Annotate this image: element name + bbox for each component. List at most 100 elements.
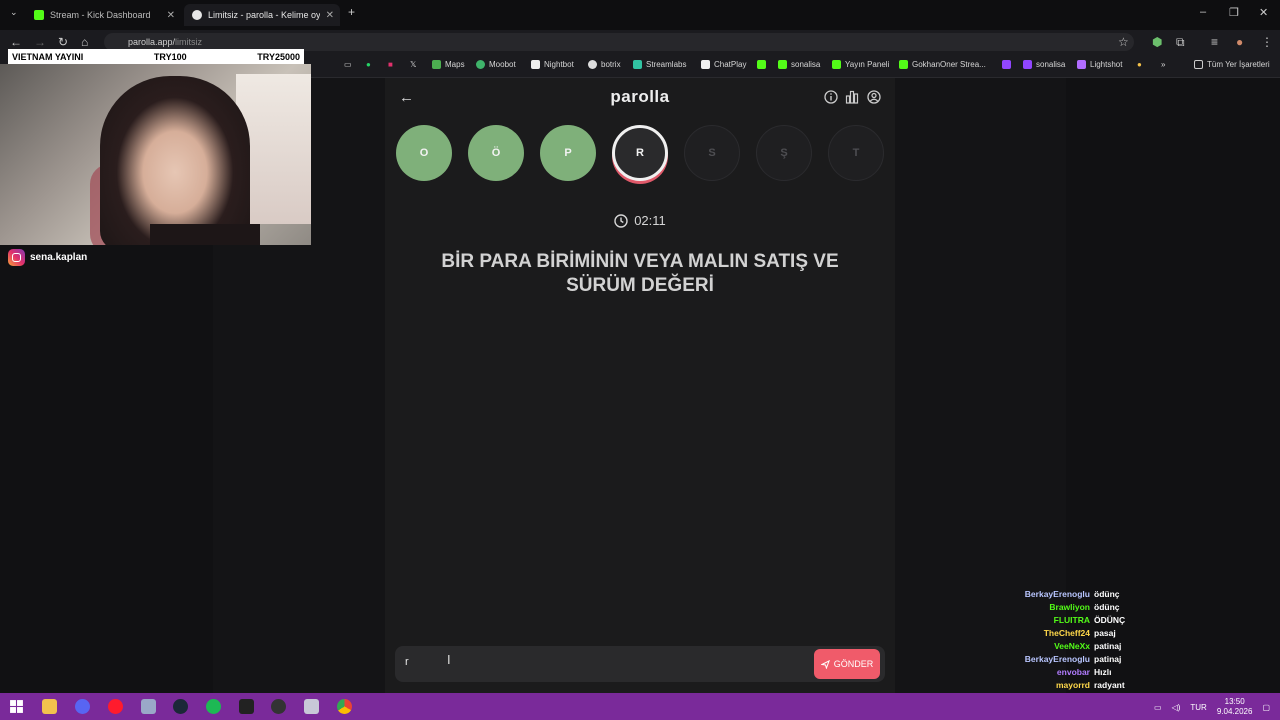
send-icon [820, 659, 830, 669]
reload-icon[interactable]: ↻ [58, 35, 68, 49]
clock[interactable]: 13:50 9.04.2026 [1217, 697, 1253, 717]
bookmark-maps[interactable]: Maps [432, 60, 465, 69]
bookmark-botrix[interactable]: botrix [588, 60, 621, 69]
more-bookmarks-icon[interactable]: » [1161, 60, 1165, 69]
all-bookmarks[interactable]: Tüm Yer İşaretleri [1194, 60, 1270, 69]
nightbot-icon [531, 60, 540, 69]
close-tab-icon[interactable]: ✕ [326, 10, 334, 21]
bookmark-twitch[interactable] [1002, 60, 1011, 69]
chat-message: VeeNeXx patinaj [1000, 639, 1160, 652]
tab-parolla[interactable]: Limitsiz - parolla - Kelime oyunu ✕ [184, 4, 340, 26]
whatsapp-icon[interactable]: ● [366, 60, 371, 69]
forward-icon[interactable]: → [34, 35, 46, 49]
chat-username: BerkayErenoglu [1024, 653, 1090, 664]
profile-avatar-icon[interactable]: ● [1236, 35, 1243, 49]
twitch-icon [1023, 60, 1032, 69]
letter-circle-done: O [396, 125, 452, 181]
bookmark-sonalisa[interactable]: sonalisa [778, 60, 820, 69]
kick-icon [832, 60, 841, 69]
steam-icon[interactable] [173, 699, 188, 714]
windows-start-icon[interactable] [9, 699, 24, 714]
answer-input[interactable] [405, 656, 785, 668]
chrome-icon[interactable] [337, 699, 352, 714]
file-explorer-icon[interactable] [42, 699, 57, 714]
timer: 02:11 [385, 213, 895, 228]
instagram-icon [8, 248, 25, 266]
chat-message: BerkayErenoglu patinaj [1000, 652, 1160, 665]
send-button[interactable]: GÖNDER [814, 649, 880, 679]
info-icon[interactable] [824, 90, 838, 104]
chat-message: envobar Hızlı [1000, 665, 1160, 678]
bookmark-sonalisa-twitch[interactable]: sonalisa [1023, 60, 1065, 69]
app-icon[interactable] [141, 699, 156, 714]
media-icon[interactable]: ≡ [1211, 35, 1218, 49]
language-indicator[interactable]: TUR [1190, 703, 1206, 712]
bookmark-star-icon[interactable]: ☆ [1118, 35, 1129, 49]
stats-icon[interactable] [845, 90, 859, 104]
network-icon[interactable]: ▭ [1154, 703, 1162, 712]
discord-icon[interactable] [75, 699, 90, 714]
chat-text: pasaj [1094, 627, 1116, 638]
extensions-puzzle-icon[interactable]: ⧉ [1176, 35, 1185, 50]
chat-text: ödünç [1094, 588, 1120, 599]
volume-icon[interactable]: ◁) [1172, 703, 1181, 712]
lightshot-icon [1077, 60, 1086, 69]
bookmark-moobot[interactable]: Moobot [476, 60, 516, 69]
chatplay-icon [701, 60, 710, 69]
letter-circle-done: P [540, 125, 596, 181]
x-icon[interactable]: 𝕏 [410, 60, 416, 69]
webcam-feed [0, 64, 311, 245]
question-text: BİR PARA BİRİMİNİN VEYA MALIN SATIŞ VE S… [441, 251, 839, 296]
tab-kick-dashboard[interactable]: Stream - Kick Dashboard ✕ [26, 4, 181, 26]
chat-message: Brawliyon ödünç [1000, 600, 1160, 613]
chat-message: BerkayErenoglu ödünç [1000, 587, 1160, 600]
donation-goal-bar: VIETNAM YAYINI TRY100 TRY25000 [8, 49, 304, 64]
twitch-icon [1002, 60, 1011, 69]
extension-icon[interactable]: ⬢ [1152, 35, 1162, 49]
system-tray: ▭ ◁) TUR 13:50 9.04.2026 ▢ [1154, 697, 1270, 717]
tab-strip: ⌄ Stream - Kick Dashboard ✕ Limitsiz - p… [0, 0, 1280, 30]
obs-icon[interactable] [271, 699, 286, 714]
notification-icon[interactable]: ▢ [1262, 703, 1270, 712]
bookmark-folder-icon[interactable]: ▭ [344, 60, 352, 69]
minimize-icon[interactable]: – [1200, 6, 1206, 18]
chat-username: FLUITRA [1053, 614, 1090, 625]
spotify-icon[interactable] [206, 699, 221, 714]
window-close-icon[interactable]: ✕ [1259, 6, 1268, 19]
chat-username: VeeNeXx [1054, 640, 1090, 651]
epic-games-icon[interactable] [239, 699, 254, 714]
bookmark-nightbot[interactable]: Nightbot [531, 60, 574, 69]
letter-circle-pending: S [684, 125, 740, 181]
bookmark-streamlabs[interactable]: Streamlabs [633, 60, 686, 69]
letter-circle-done: Ö [468, 125, 524, 181]
text-cursor-icon: Ι [447, 652, 451, 667]
chat-username: TheCheff24 [1043, 627, 1090, 638]
bookmark-chatplay[interactable]: ChatPlay [701, 60, 746, 69]
menu-icon[interactable]: ⋮ [1261, 35, 1273, 49]
chat-username: Brawliyon [1049, 601, 1090, 612]
tab-search-icon[interactable]: ⌄ [10, 7, 18, 18]
folder-icon [1194, 60, 1203, 69]
bookmark-yayin-paneli[interactable]: Yayın Paneli [832, 60, 889, 69]
opera-icon[interactable] [108, 699, 123, 714]
bookmark-gokhanoner[interactable]: GokhanOner Strea... [899, 60, 986, 69]
instagram-bookmark-icon[interactable]: ■ [388, 60, 393, 69]
tab-title: Stream - Kick Dashboard [50, 10, 151, 20]
close-tab-icon[interactable]: ✕ [167, 10, 175, 21]
letter-circle-pending: Ş [756, 125, 812, 181]
app-icon-2[interactable] [304, 699, 319, 714]
instagram-handle: sena.kaplan [8, 248, 87, 266]
chat-message: TheCheff24 pasaj [1000, 626, 1160, 639]
new-tab-button[interactable]: + [348, 5, 355, 19]
bookmark-kick[interactable] [757, 60, 766, 69]
home-icon[interactable]: ⌂ [81, 35, 88, 49]
back-icon[interactable]: ← [10, 35, 22, 49]
emoji-icon[interactable]: ● [1137, 60, 1142, 69]
bookmark-lightshot[interactable]: Lightshot [1077, 60, 1122, 69]
clock-icon [614, 213, 628, 228]
profile-icon[interactable] [867, 90, 881, 104]
maximize-icon[interactable]: ❐ [1229, 6, 1239, 19]
chat-username: mayorrd [1055, 679, 1090, 690]
webcam-streamer [100, 76, 250, 245]
page-title: parolla [610, 87, 670, 106]
